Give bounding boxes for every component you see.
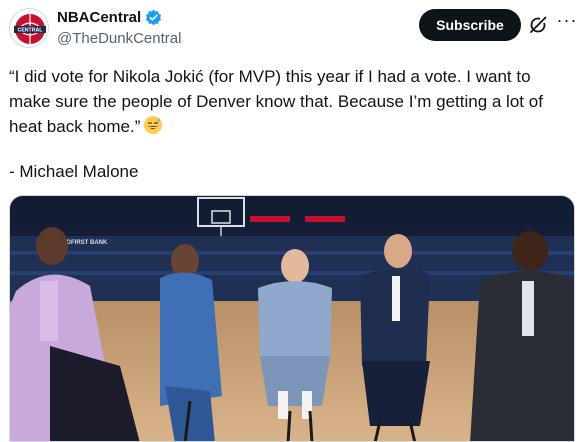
tweet-header: CENTRAL NBACentral @TheDunkCentral Subsc… bbox=[0, 0, 585, 60]
subscribe-button[interactable]: Subscribe bbox=[419, 9, 521, 41]
grok-icon[interactable] bbox=[529, 16, 547, 34]
arena-broadcast-scene: MIDFIRST BANK bbox=[10, 196, 574, 441]
account-handle[interactable]: @TheDunkCentral bbox=[57, 30, 181, 47]
more-options-icon[interactable]: ··· bbox=[555, 10, 579, 34]
tweet-body: “I did vote for Nikola Jokić (for MVP) t… bbox=[9, 67, 548, 136]
display-name[interactable]: NBACentral bbox=[57, 9, 141, 26]
led-ribbon bbox=[305, 216, 345, 222]
verified-badge-icon bbox=[146, 9, 162, 26]
avatar-text: CENTRAL bbox=[18, 28, 44, 34]
grinning-sweat-emoji-icon bbox=[144, 116, 163, 134]
tweet-media-image[interactable]: MIDFIRST BANK bbox=[9, 195, 575, 442]
avatar[interactable]: CENTRAL bbox=[9, 8, 49, 48]
led-ribbon bbox=[250, 216, 290, 222]
tweet-text: “I did vote for Nikola Jokić (for MVP) t… bbox=[9, 64, 569, 139]
tweet-attribution: - Michael Malone bbox=[9, 162, 139, 181]
name-row: NBACentral bbox=[57, 9, 162, 26]
nba-central-logo-icon: CENTRAL bbox=[11, 10, 48, 47]
